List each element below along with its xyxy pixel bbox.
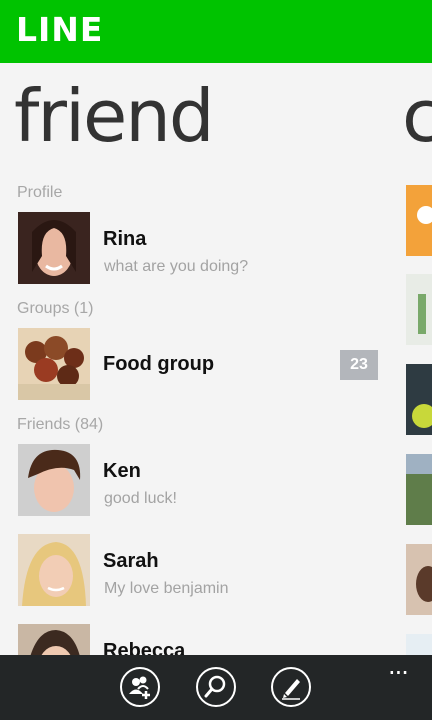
group-avatar-image: [18, 328, 90, 400]
peek-thumbnail: [406, 454, 432, 525]
peek-thumbnail: [406, 544, 432, 615]
section-header-friends: Friends (84): [17, 416, 104, 433]
avatar: [18, 328, 90, 400]
avatar: [18, 534, 90, 606]
search-button[interactable]: [196, 667, 236, 707]
section-header-profile: Profile: [17, 184, 63, 201]
friend-status: good luck!: [104, 490, 177, 507]
unread-count-badge: 23: [340, 350, 378, 380]
profile-avatar-image: [18, 212, 90, 284]
add-friend-button[interactable]: [120, 667, 160, 707]
profile-name: Rina: [103, 228, 147, 250]
avatar: [18, 444, 90, 516]
peek-thumbnail: [406, 185, 432, 256]
header-bar: LINE: [0, 0, 432, 63]
add-friend-icon: [129, 676, 150, 699]
compose-icon: [282, 679, 300, 700]
friend-avatar-image: [18, 534, 90, 606]
friend-name: Sarah: [103, 550, 159, 572]
pivot-title-next[interactable]: c: [402, 74, 432, 158]
search-icon: [204, 675, 226, 698]
line-logo: LINE: [16, 10, 104, 49]
peek-thumbnail: [406, 634, 432, 655]
group-name: Food group: [103, 353, 215, 375]
compose-button[interactable]: [271, 667, 311, 707]
avatar: [18, 212, 90, 284]
profile-status: what are you doing?: [104, 258, 249, 275]
section-header-groups: Groups (1): [17, 300, 94, 317]
peek-thumbnail: [406, 274, 432, 345]
friend-name: Ken: [103, 460, 141, 482]
pivot-title-friend[interactable]: friend: [14, 74, 215, 158]
peek-thumbnail: [406, 364, 432, 435]
friend-avatar-image: [18, 444, 90, 516]
more-options-button[interactable]: ...: [388, 654, 409, 678]
friend-status: My love benjamin: [104, 580, 229, 597]
